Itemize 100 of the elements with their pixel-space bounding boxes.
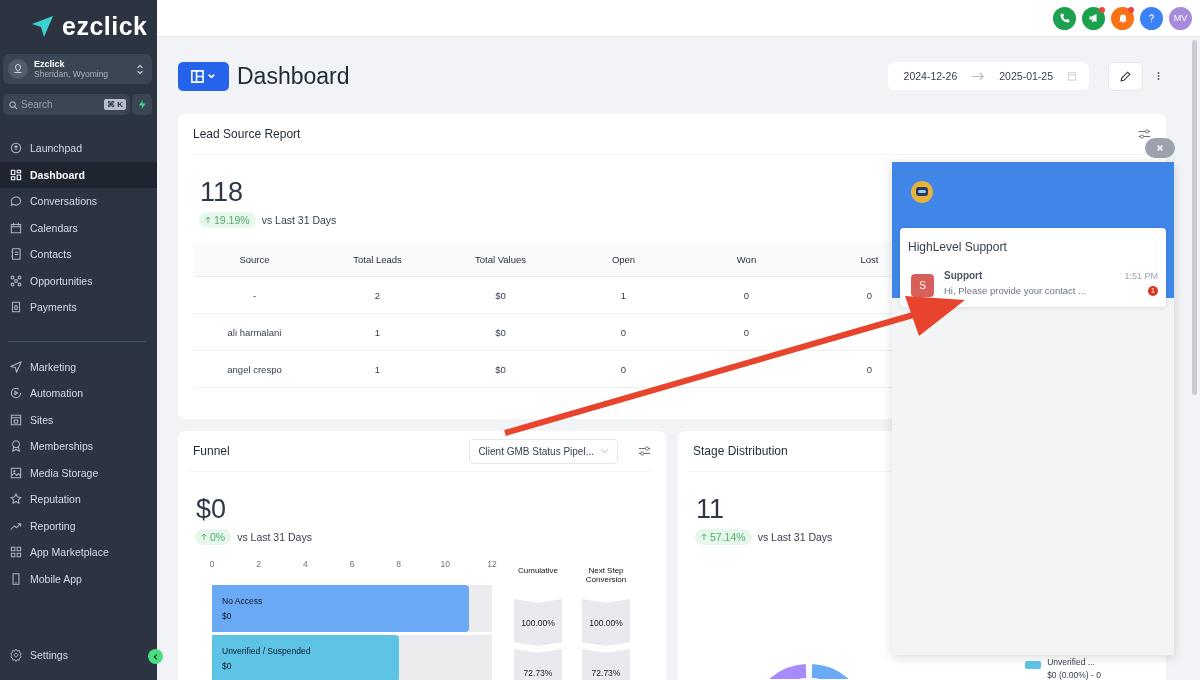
scrollbar[interactable] bbox=[1192, 40, 1197, 395]
contact-name: Support bbox=[944, 270, 983, 281]
nav-item[interactable]: Launchpad bbox=[0, 135, 157, 162]
funnel-total-value: $0 bbox=[195, 494, 227, 525]
brand-name: ezclick bbox=[62, 11, 148, 41]
column-header: Cumulative bbox=[518, 567, 558, 577]
date-range-picker[interactable]: 2024-12-26 2025-01-25 bbox=[887, 62, 1089, 90]
up-down-chevron-icon bbox=[136, 62, 144, 76]
account-name: Ezclick bbox=[34, 59, 66, 69]
table-cell: 0 bbox=[620, 326, 627, 338]
chevron-left-icon bbox=[151, 652, 160, 661]
calendar-icon bbox=[1067, 71, 1077, 81]
nav-icon bbox=[9, 571, 23, 586]
arrow-up-icon bbox=[201, 533, 207, 541]
nav-item[interactable]: Automation bbox=[0, 380, 157, 407]
robot-avatar-icon bbox=[910, 180, 934, 204]
column-header: Won bbox=[685, 242, 808, 277]
table-cell: $0 bbox=[495, 326, 506, 338]
nav-item[interactable]: Opportunities bbox=[0, 267, 157, 294]
account-switcher[interactable]: Ezclick Sheridan, Wyoming bbox=[3, 54, 152, 84]
arrow-up-icon bbox=[701, 533, 707, 541]
card-title: Funnel bbox=[193, 444, 230, 458]
nav-item[interactable]: Memberships bbox=[0, 433, 157, 460]
edit-button[interactable] bbox=[1108, 61, 1143, 91]
question-mark-icon bbox=[1146, 12, 1157, 24]
column-header: Total Values bbox=[439, 242, 562, 277]
column-header: Source bbox=[193, 242, 316, 277]
stage-amount: $0 bbox=[222, 611, 233, 621]
nav-item[interactable]: Payments bbox=[0, 294, 157, 321]
nav-item[interactable]: Reporting bbox=[0, 512, 157, 539]
message-time: 1:51 PM bbox=[1124, 270, 1158, 281]
change-badge: 19.19% bbox=[199, 212, 256, 228]
notification-dot bbox=[1128, 6, 1134, 13]
nav-item[interactable]: Calendars bbox=[0, 214, 157, 241]
total-leads-value: 118 bbox=[199, 177, 244, 208]
table-cell: - bbox=[252, 289, 257, 301]
nav-icon bbox=[9, 247, 23, 262]
shortcut-key: ⌘ K bbox=[104, 99, 126, 110]
sliders-icon[interactable] bbox=[1138, 129, 1151, 139]
table-cell: $0 bbox=[495, 289, 506, 301]
table-cell: 1 bbox=[620, 289, 627, 301]
location-pin-icon bbox=[8, 59, 28, 79]
settings-nav-item[interactable]: Settings bbox=[0, 641, 80, 668]
table-cell: ali harmalani bbox=[227, 326, 282, 338]
nav-item[interactable]: Mobile App bbox=[0, 565, 157, 592]
layout-switcher-button[interactable] bbox=[178, 61, 229, 91]
axis-tick-label: 12 bbox=[487, 559, 497, 569]
start-date: 2024-12-26 bbox=[903, 70, 958, 82]
nav-icon bbox=[9, 359, 23, 374]
axis-tick-label: 8 bbox=[396, 559, 401, 569]
stage-label: Unverified / Suspended bbox=[222, 646, 312, 656]
close-icon bbox=[1156, 144, 1164, 152]
nav-item[interactable]: App Marketplace bbox=[0, 539, 157, 566]
nav-item[interactable]: Reputation bbox=[0, 486, 157, 513]
table-cell: $0 bbox=[495, 363, 506, 375]
quick-action-button[interactable] bbox=[132, 94, 152, 115]
nav-item[interactable]: Media Storage bbox=[0, 459, 157, 486]
nav-item[interactable]: Dashboard bbox=[0, 161, 157, 188]
help-button[interactable] bbox=[1140, 6, 1163, 30]
column-header: Open bbox=[562, 242, 685, 277]
change-badge: 57.14% bbox=[695, 529, 752, 545]
notifications-button[interactable] bbox=[1111, 6, 1134, 30]
table-cell: angel crespo bbox=[227, 363, 282, 375]
nav-item[interactable]: Marketing bbox=[0, 353, 157, 380]
percentage-chevron: 100.00% bbox=[514, 599, 562, 646]
bell-icon bbox=[1116, 12, 1129, 24]
contact-avatar: S bbox=[911, 274, 934, 297]
table-cell: 2 bbox=[374, 289, 381, 301]
phone-button[interactable] bbox=[1053, 6, 1076, 30]
column-header: Next Step Conversion bbox=[584, 567, 628, 586]
layout-icon bbox=[189, 68, 218, 84]
vertical-dots-icon bbox=[1157, 70, 1160, 81]
nav-icon bbox=[9, 492, 23, 507]
nav-icon bbox=[9, 273, 23, 288]
close-widget-button[interactable] bbox=[1145, 138, 1175, 158]
percentage-chevron: 100.00% bbox=[582, 599, 630, 646]
sliders-icon[interactable] bbox=[638, 446, 651, 456]
axis-tick-label: 0 bbox=[209, 559, 215, 569]
table-cell: 0 bbox=[743, 289, 750, 301]
table-cell: 0 bbox=[866, 289, 873, 301]
announcements-button[interactable] bbox=[1082, 6, 1105, 30]
axis-tick-label: 10 bbox=[440, 559, 451, 569]
percentage-chevron: 72.73% bbox=[582, 649, 630, 680]
table-cell: 0 bbox=[866, 363, 873, 375]
pencil-icon bbox=[1119, 69, 1132, 83]
stage-total-value: 11 bbox=[695, 494, 725, 525]
nav-item[interactable]: Contacts bbox=[0, 241, 157, 268]
stage-label: No Access bbox=[222, 596, 264, 606]
chevron-down-icon bbox=[600, 448, 609, 454]
change-badge: 0% bbox=[195, 529, 232, 545]
table-cell: 0 bbox=[620, 363, 627, 375]
collapse-sidebar-button[interactable] bbox=[148, 649, 163, 664]
nav-item[interactable]: Sites bbox=[0, 406, 157, 433]
arrow-up-icon bbox=[205, 216, 211, 224]
nav-item[interactable]: Conversations bbox=[0, 188, 157, 215]
card-title: Stage Distribution bbox=[693, 444, 788, 458]
pipeline-dropdown[interactable]: Client GMB Status Pipel... bbox=[469, 438, 618, 464]
card-title: Lead Source Report bbox=[193, 127, 301, 141]
comparison-label: vs Last 31 Days bbox=[757, 531, 833, 543]
nav-icon bbox=[9, 545, 23, 560]
